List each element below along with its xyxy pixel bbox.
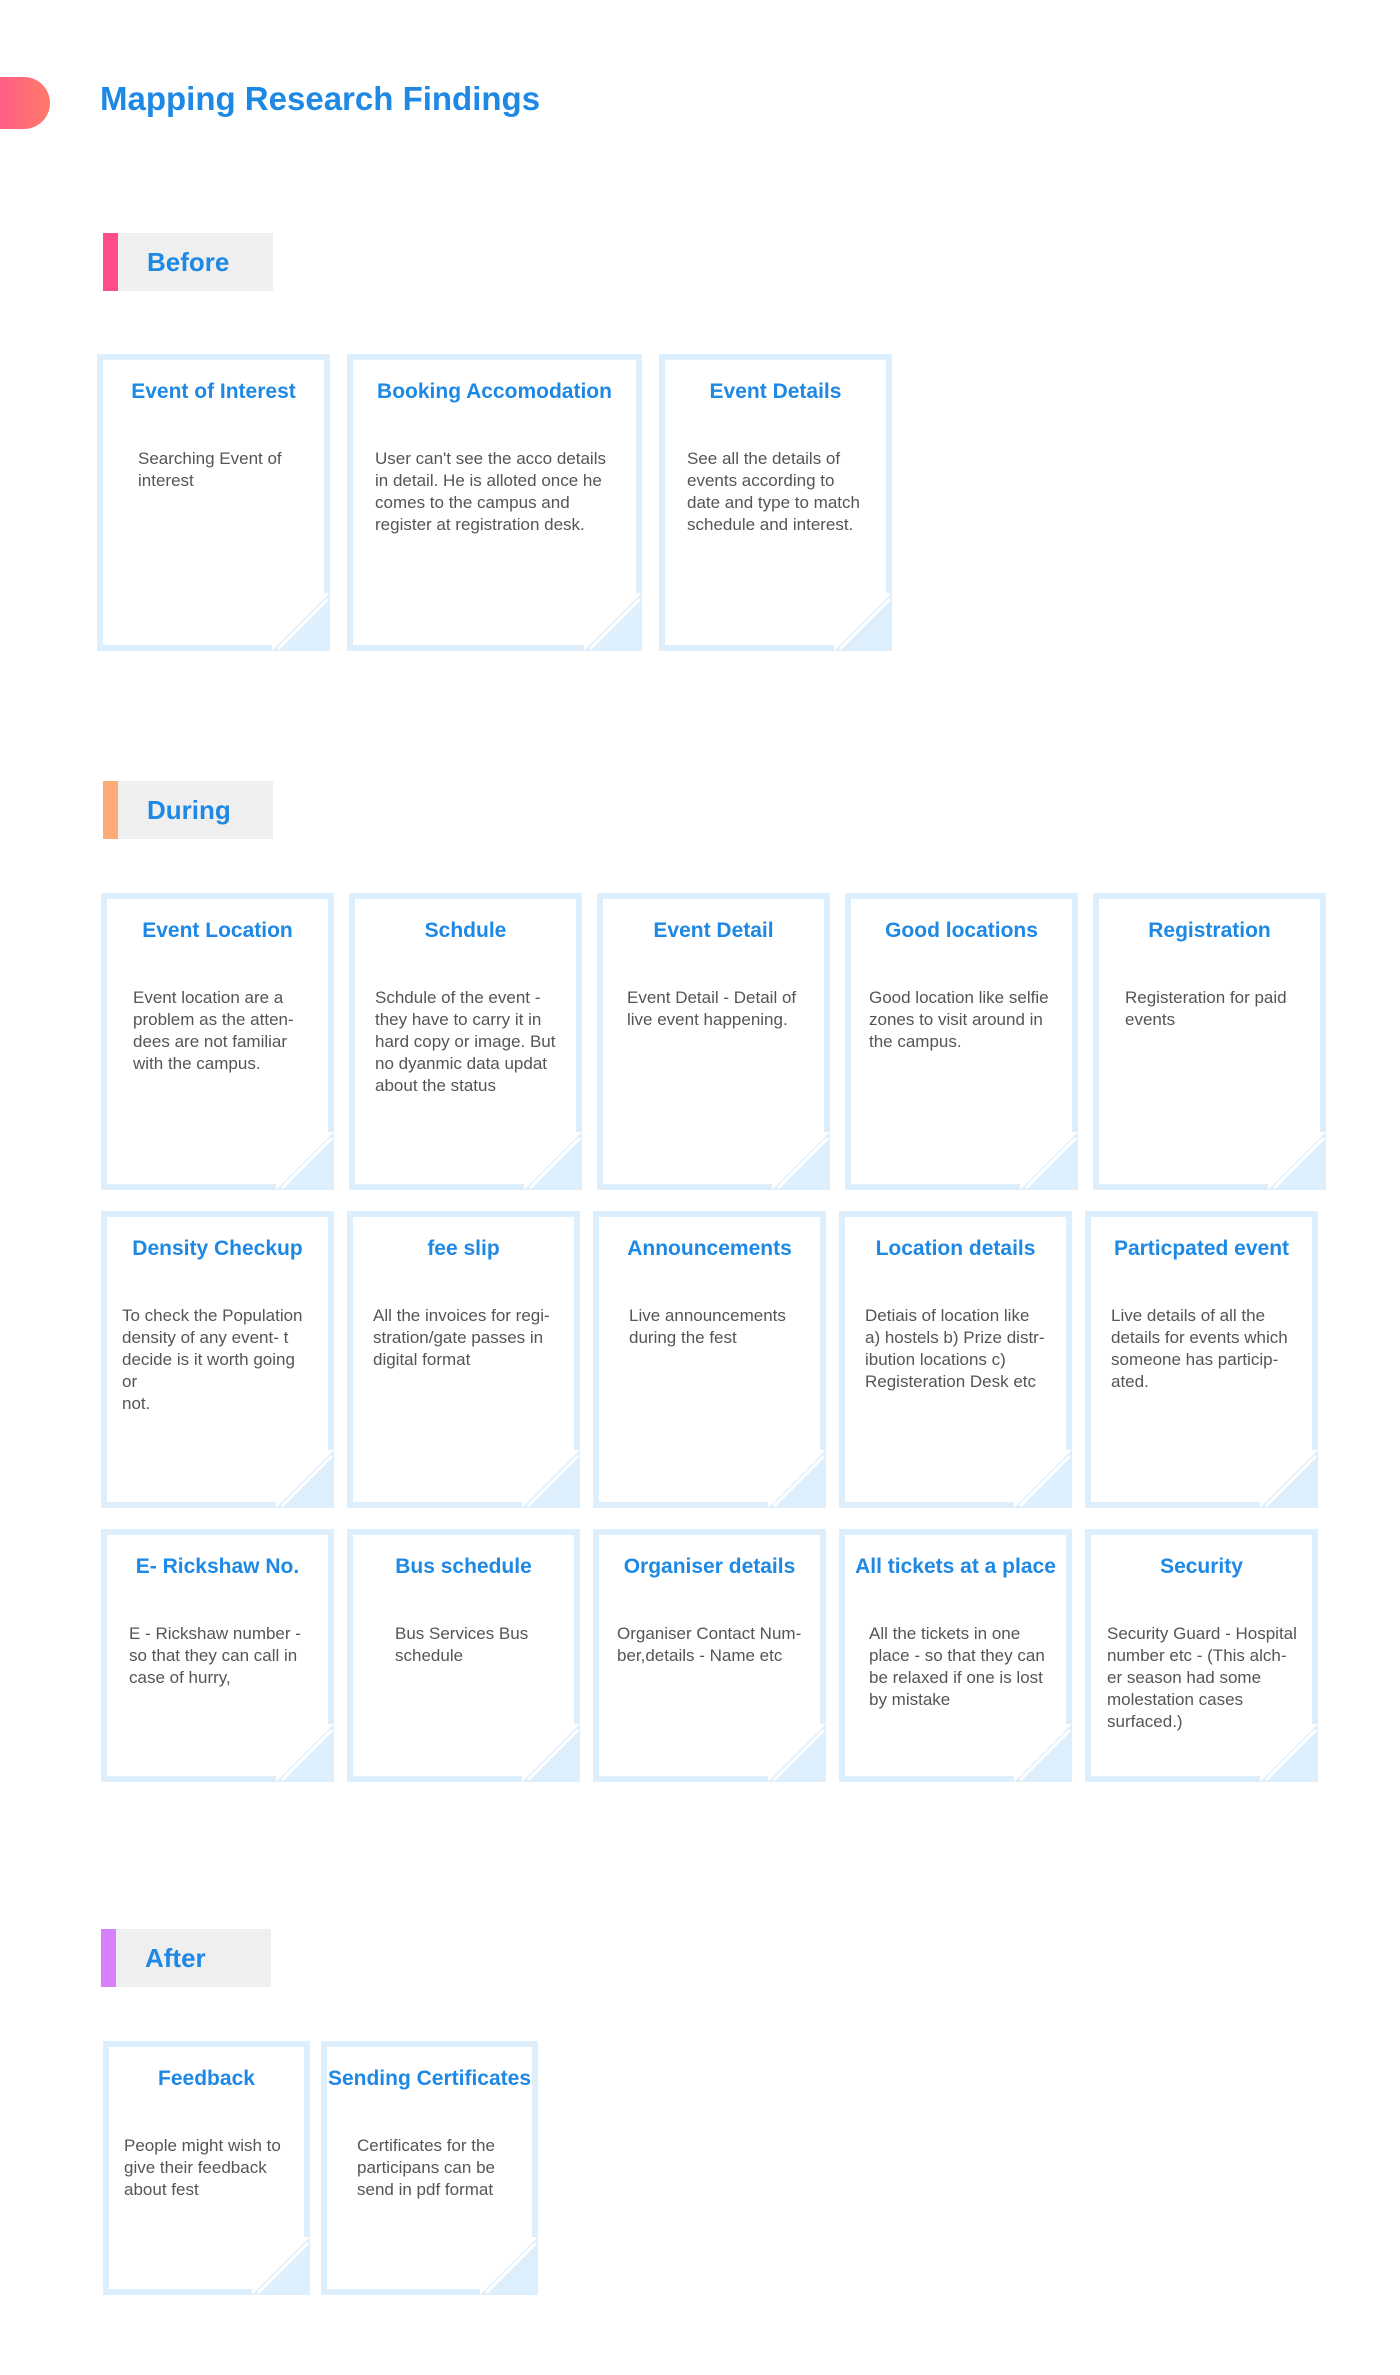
finding-card: Event of Interest Searching Event of int… bbox=[97, 354, 330, 651]
page-fold-icon bbox=[584, 593, 642, 651]
card-body: Bus Services Bus schedule bbox=[395, 1624, 529, 1665]
finding-card: Security Security Guard - Hospital numbe… bbox=[1085, 1529, 1318, 1782]
finding-card: Feedback People might wish to give their… bbox=[103, 2041, 310, 2295]
page-fold-icon bbox=[276, 1724, 334, 1782]
card-title: Organiser details bbox=[623, 1555, 796, 1578]
card-title: Feedback bbox=[158, 2067, 255, 2090]
card-body: E - Rickshaw number - so that they can c… bbox=[129, 1624, 301, 1687]
card-body: Good location like selfie zones to visit… bbox=[869, 988, 1049, 1051]
finding-card: Announcements Live announcements during … bbox=[593, 1211, 826, 1508]
section-marker bbox=[103, 781, 118, 839]
page-fold-icon bbox=[1020, 1132, 1078, 1190]
finding-card: Event Location Event location are a prob… bbox=[101, 893, 334, 1190]
page-fold-icon bbox=[768, 1450, 826, 1508]
section-label-before: Before bbox=[103, 233, 273, 291]
card-title: Security bbox=[1160, 1555, 1243, 1578]
finding-card: Bus schedule Bus Services Bus schedule bbox=[347, 1529, 580, 1782]
finding-card: Particpated event Live details of all th… bbox=[1085, 1211, 1318, 1508]
card-body: Searching Event of interest bbox=[138, 449, 282, 490]
finding-card: Registration Registeration for paid even… bbox=[1093, 893, 1326, 1190]
card-title: Bus schedule bbox=[395, 1555, 532, 1578]
card-body: Live details of all the details for even… bbox=[1111, 1306, 1288, 1391]
section-label-after: After bbox=[101, 1929, 271, 1987]
card-body: People might wish to give their feedback… bbox=[124, 2136, 281, 2199]
page-fold-icon bbox=[772, 1132, 830, 1190]
page-fold-icon bbox=[480, 2237, 538, 2295]
finding-card: Event Details See all the details of eve… bbox=[659, 354, 892, 651]
page-fold-icon bbox=[252, 2237, 310, 2295]
card-title: Good locations bbox=[885, 919, 1038, 942]
card-title: Sending Certificates bbox=[327, 2067, 532, 2090]
finding-card: Organiser details Organiser Contact Num-… bbox=[593, 1529, 826, 1782]
section-title: Before bbox=[147, 247, 230, 277]
finding-card: Location details Detiais of location lik… bbox=[839, 1211, 1072, 1508]
page-fold-icon bbox=[272, 593, 330, 651]
section-marker bbox=[101, 1929, 116, 1987]
page-fold-icon bbox=[522, 1724, 580, 1782]
section-marker bbox=[103, 233, 118, 291]
page-fold-icon bbox=[834, 593, 892, 651]
decorative-pill bbox=[0, 77, 50, 129]
section-title: After bbox=[145, 1943, 206, 1973]
finding-card: Good locations Good location like selfie… bbox=[845, 893, 1078, 1190]
card-body: Registeration for paid events bbox=[1125, 988, 1287, 1029]
card-title: Booking Accomodation bbox=[377, 380, 612, 403]
card-body: Organiser Contact Num- ber,details - Nam… bbox=[617, 1624, 802, 1665]
card-title: Density Checkup bbox=[132, 1237, 303, 1260]
page-fold-icon bbox=[1014, 1724, 1072, 1782]
page-fold-icon bbox=[768, 1724, 826, 1782]
card-body: All the tickets in one place - so that t… bbox=[869, 1624, 1045, 1709]
finding-card: All tickets at a place All the tickets i… bbox=[839, 1529, 1072, 1782]
card-title: Registration bbox=[1148, 919, 1271, 942]
card-title: Announcements bbox=[627, 1237, 792, 1260]
page-fold-icon bbox=[1268, 1132, 1326, 1190]
finding-card: Booking Accomodation User can't see the … bbox=[347, 354, 642, 651]
finding-card: Schdule Schdule of the event - they have… bbox=[349, 893, 582, 1190]
card-title: Event Detail bbox=[653, 919, 774, 942]
card-body: To check the Population density of any e… bbox=[122, 1306, 303, 1413]
card-body: User can't see the acco details in detai… bbox=[375, 449, 606, 534]
card-title: E- Rickshaw No. bbox=[135, 1555, 300, 1578]
page-fold-icon bbox=[276, 1132, 334, 1190]
page-fold-icon bbox=[524, 1132, 582, 1190]
card-body: Event location are a problem as the atte… bbox=[133, 988, 294, 1073]
card-title: Event of Interest bbox=[131, 380, 296, 403]
finding-card: E- Rickshaw No. E - Rickshaw number - so… bbox=[101, 1529, 334, 1782]
section-title: During bbox=[147, 795, 231, 825]
page-fold-icon bbox=[1260, 1450, 1318, 1508]
card-title: fee slip bbox=[427, 1237, 500, 1260]
card-title: Location details bbox=[875, 1237, 1036, 1260]
card-body: Detiais of location like a) hostels b) P… bbox=[865, 1306, 1045, 1391]
page-fold-icon bbox=[1014, 1450, 1072, 1508]
card-title: Event Location bbox=[142, 919, 293, 942]
card-body: Live announcements during the fest bbox=[629, 1306, 786, 1347]
card-body: Schdule of the event - they have to carr… bbox=[375, 988, 556, 1095]
section-label-during: During bbox=[103, 781, 273, 839]
card-body: See all the details of events according … bbox=[687, 449, 860, 534]
finding-card: fee slip All the invoices for regi- stra… bbox=[347, 1211, 580, 1508]
card-title: All tickets at a place bbox=[855, 1555, 1056, 1578]
page-title: Mapping Research Findings bbox=[100, 80, 541, 117]
page-fold-icon bbox=[276, 1450, 334, 1508]
card-title: Schdule bbox=[424, 919, 507, 942]
card-body: Event Detail - Detail of live event happ… bbox=[627, 988, 797, 1029]
card-title: Event Details bbox=[709, 380, 842, 403]
page-fold-icon bbox=[522, 1450, 580, 1508]
finding-card: Density Checkup To check the Population … bbox=[101, 1211, 334, 1508]
card-body: Certificates for the participans can be … bbox=[357, 2136, 495, 2199]
card-body: Security Guard - Hospital number etc - (… bbox=[1107, 1624, 1297, 1731]
finding-card: Sending Certificates Certificates for th… bbox=[321, 2041, 538, 2295]
card-body: All the invoices for regi- stration/gate… bbox=[373, 1306, 550, 1369]
finding-card: Event Detail Event Detail - Detail of li… bbox=[597, 893, 830, 1190]
card-title: Particpated event bbox=[1113, 1237, 1290, 1260]
page-fold-icon bbox=[1260, 1724, 1318, 1782]
